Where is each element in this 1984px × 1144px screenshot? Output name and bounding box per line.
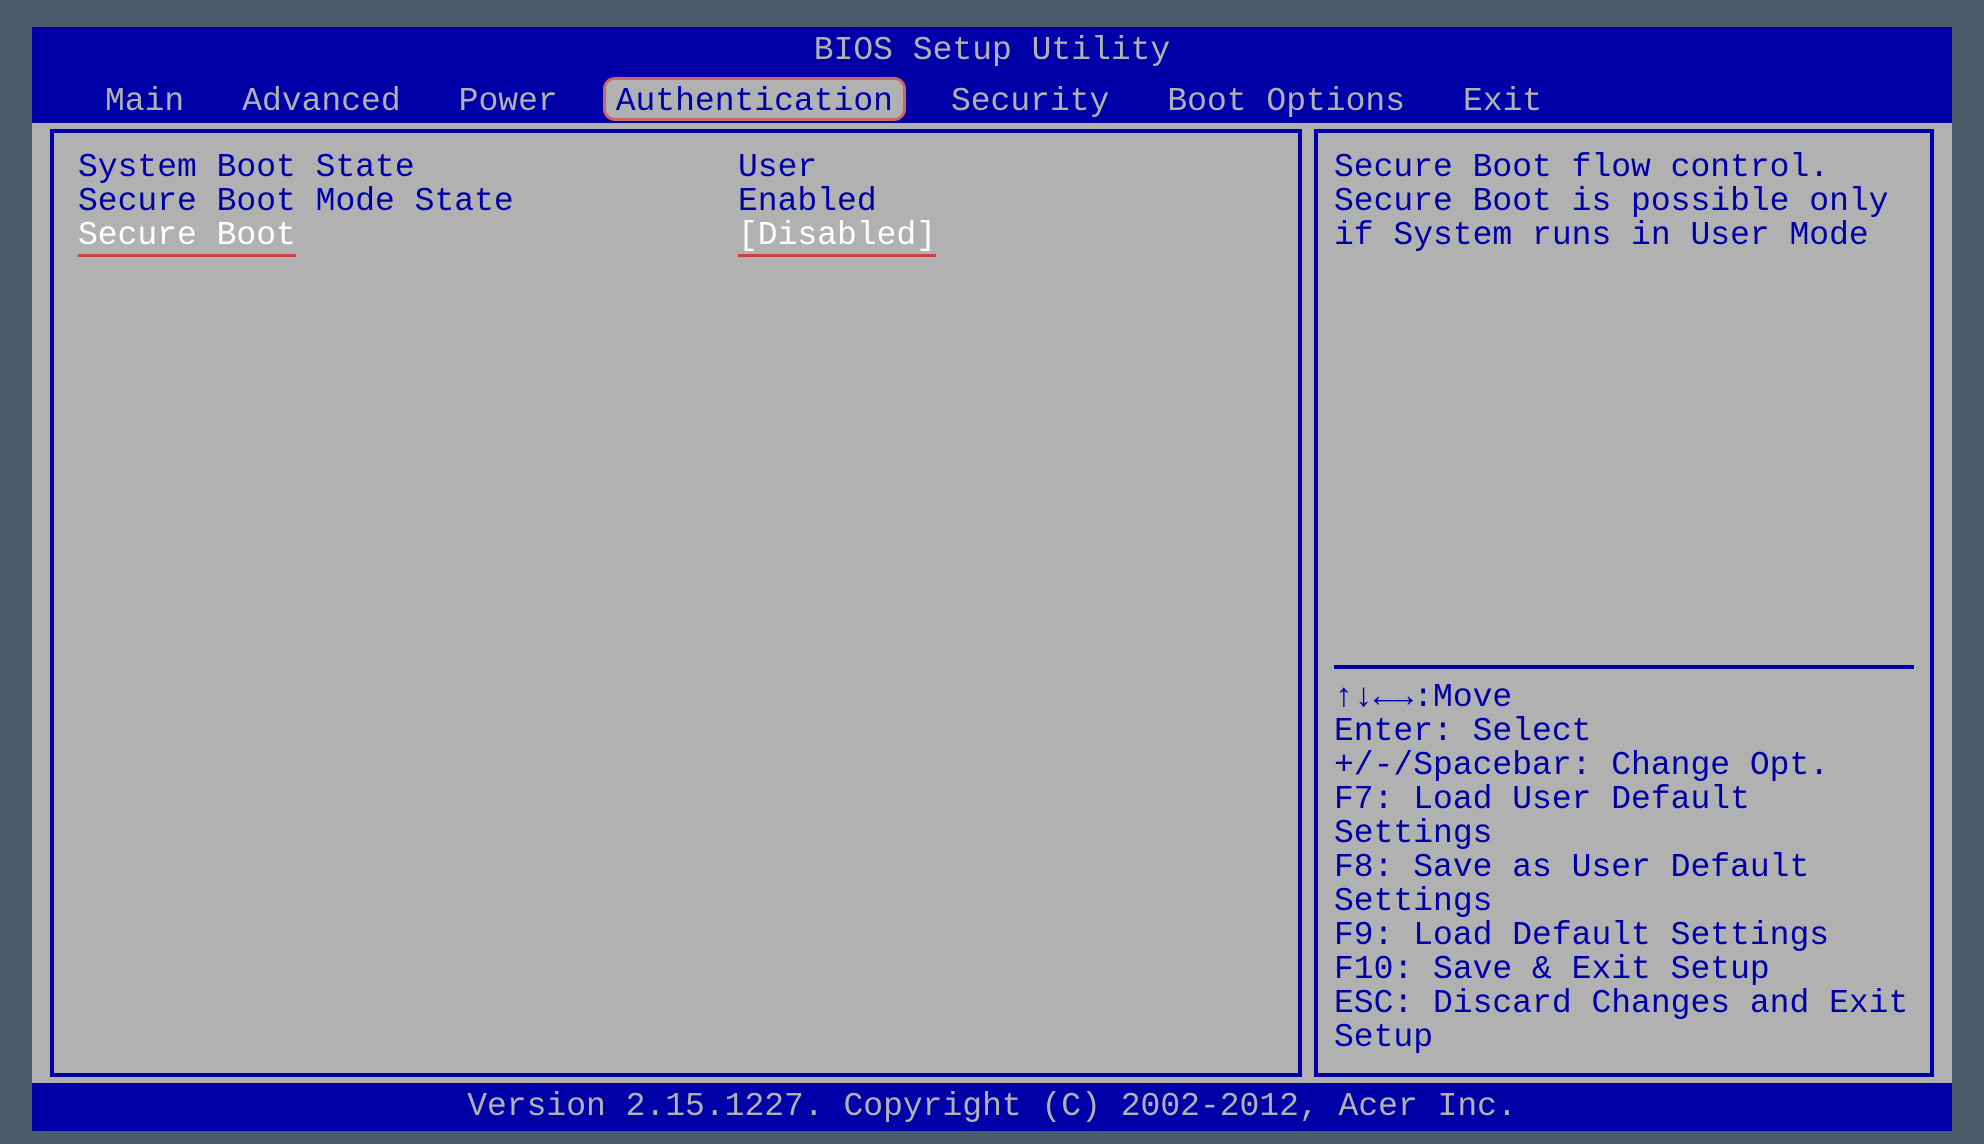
tab-bar: Main Advanced Power Authentication Secur… — [32, 75, 1952, 123]
help-divider — [1334, 665, 1914, 669]
spacer — [1334, 253, 1914, 655]
key-help-f9: F9: Load Default Settings — [1334, 919, 1914, 953]
footer-bar: Version 2.15.1227. Copyright (C) 2002-20… — [32, 1083, 1952, 1131]
setting-label: Secure Boot Mode State — [78, 185, 738, 219]
tab-main[interactable]: Main — [92, 77, 197, 121]
setting-value[interactable]: [Disabled] — [738, 219, 1274, 253]
key-help-enter: Enter: Select — [1334, 715, 1914, 749]
tab-authentication[interactable]: Authentication — [603, 77, 906, 121]
bios-window: BIOS Setup Utility Main Advanced Power A… — [32, 27, 1952, 1117]
setting-value: User — [738, 151, 1274, 185]
content-area: System Boot State User Secure Boot Mode … — [32, 123, 1952, 1083]
setting-label: System Boot State — [78, 151, 738, 185]
settings-panel: System Boot State User Secure Boot Mode … — [50, 129, 1302, 1077]
bios-title-bar: BIOS Setup Utility — [32, 27, 1952, 75]
help-panel: Secure Boot flow control. Secure Boot is… — [1314, 129, 1934, 1077]
key-help-f7: F7: Load User Default Settings — [1334, 783, 1914, 851]
footer-text: Version 2.15.1227. Copyright (C) 2002-20… — [467, 1088, 1517, 1125]
tab-advanced[interactable]: Advanced — [229, 77, 413, 121]
key-help-f8: F8: Save as User Default Settings — [1334, 851, 1914, 919]
bios-title: BIOS Setup Utility — [814, 32, 1170, 69]
tab-power[interactable]: Power — [446, 77, 571, 121]
setting-system-boot-state: System Boot State User — [78, 151, 1274, 185]
key-help-esc: ESC: Discard Changes and Exit Setup — [1334, 987, 1914, 1055]
setting-secure-boot[interactable]: Secure Boot [Disabled] — [78, 219, 1274, 253]
tab-security[interactable]: Security — [938, 77, 1122, 121]
setting-secure-boot-mode-state: Secure Boot Mode State Enabled — [78, 185, 1274, 219]
key-help-move: ↑↓←→:Move — [1334, 681, 1914, 715]
key-help-f10: F10: Save & Exit Setup — [1334, 953, 1914, 987]
tab-exit[interactable]: Exit — [1450, 77, 1555, 121]
setting-value: Enabled — [738, 185, 1274, 219]
item-help-text: Secure Boot flow control. Secure Boot is… — [1334, 151, 1914, 253]
setting-label: Secure Boot — [78, 219, 738, 253]
tab-boot-options[interactable]: Boot Options — [1154, 77, 1418, 121]
key-help-change: +/-/Spacebar: Change Opt. — [1334, 749, 1914, 783]
